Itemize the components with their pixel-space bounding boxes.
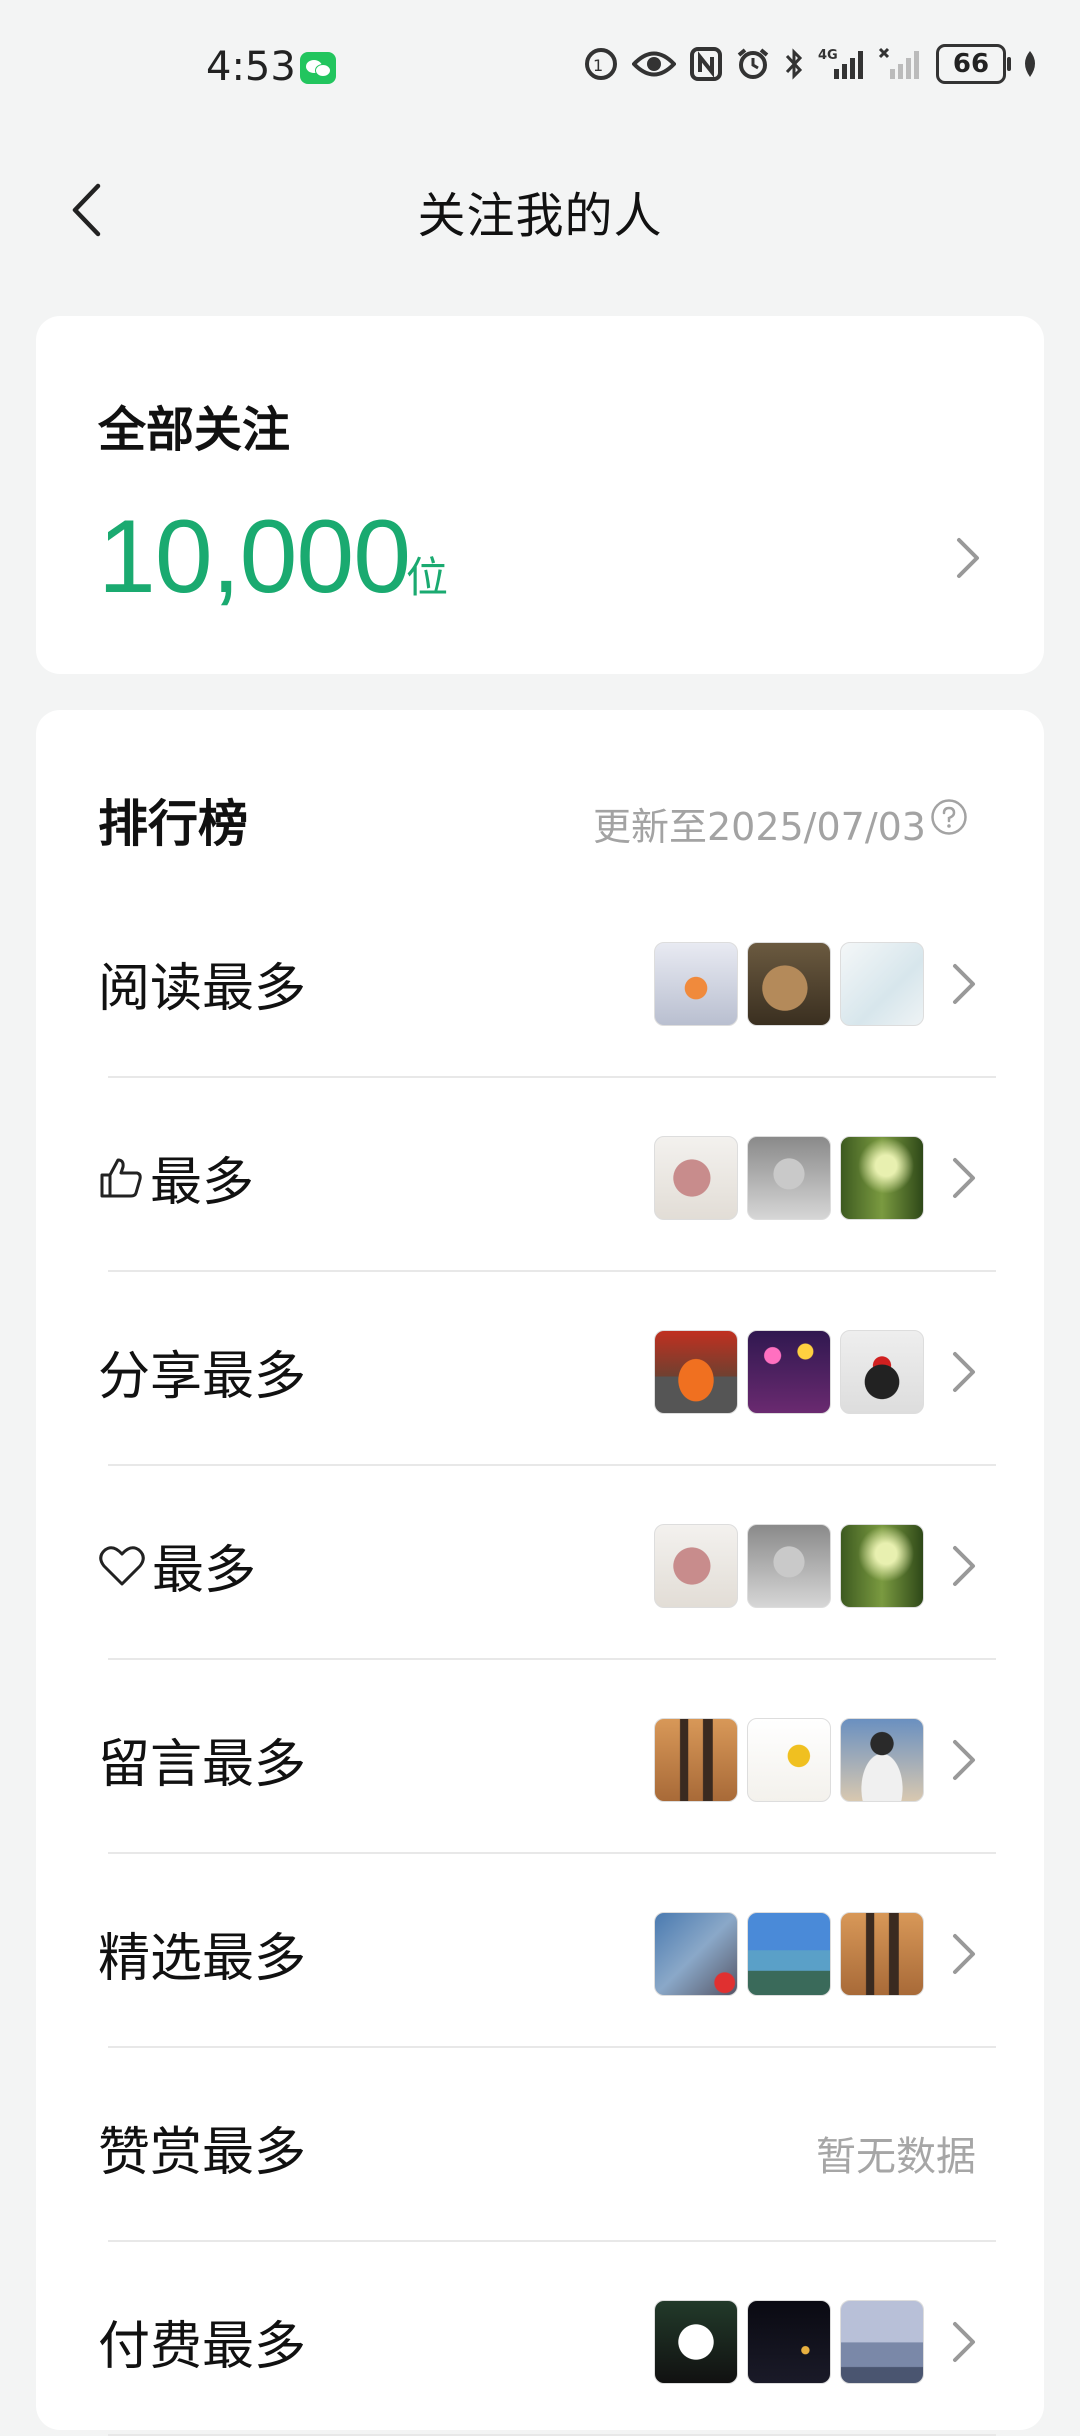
ranking-row-avatars	[654, 1330, 924, 1414]
seaside-bay-thumb	[747, 1912, 831, 1996]
ranking-card: 排行榜 更新至2025/07/03 阅读最多 最多 分享最多 最多 留言最多 精选最多 赞赏…	[36, 710, 1044, 2436]
svg-text:1: 1	[593, 56, 603, 75]
ranking-row[interactable]: 精选最多	[36, 1854, 1044, 2048]
brain-diagram-thumb	[654, 1524, 738, 1608]
ranking-row-text: 阅读最多	[98, 959, 307, 1019]
bamboo-forest-thumb	[840, 1524, 924, 1608]
ranking-row-text: 赞赏最多	[98, 2123, 307, 2183]
ranking-row[interactable]: 最多	[36, 1466, 1044, 1660]
ranking-row-text: 留言最多	[98, 1735, 307, 1795]
leaf-icon	[1025, 51, 1035, 77]
bluetooth-icon	[785, 48, 803, 80]
chevron-right-icon	[953, 2322, 975, 2362]
ranking-row-text: 最多	[152, 1541, 257, 1601]
anime-sketch-thumb	[747, 1524, 831, 1608]
ranking-row-avatars	[654, 2300, 924, 2384]
anime-sketch-thumb	[747, 1136, 831, 1220]
ranking-row-label: 分享最多	[98, 1334, 306, 1409]
fireworks-girl-thumb	[747, 1330, 831, 1414]
sketch-figure-thumb	[840, 942, 924, 1026]
ranking-row[interactable]: 付费最多	[36, 2242, 1044, 2436]
ranking-row-empty-text: 暂无数据	[816, 2134, 976, 2180]
goldfish-thumb	[654, 942, 738, 1026]
hd-voice-icon: 1	[585, 48, 617, 80]
alarm-icon	[737, 48, 769, 79]
chevron-right-icon	[953, 1158, 975, 1198]
penguin-power-thumb	[840, 1330, 924, 1414]
ranking-row-label: 精选最多	[98, 1916, 306, 1991]
sunset-sea-thumb	[840, 2300, 924, 2384]
cliff-climber-thumb	[654, 1912, 738, 1996]
ranking-row-label: 最多	[98, 1528, 256, 1603]
total-followers-unit: 位	[406, 553, 449, 602]
bamboo-forest-thumb	[840, 1136, 924, 1220]
brain-diagram-thumb	[654, 1136, 738, 1220]
chevron-right-icon	[953, 1934, 975, 1974]
ranking-row-label: 阅读最多	[98, 946, 306, 1021]
ranking-row-text: 精选最多	[98, 1929, 307, 1989]
ranking-row-text: 付费最多	[98, 2317, 307, 2377]
signal-no-service-icon	[878, 47, 919, 79]
thumbs-up-icon	[100, 1158, 142, 1197]
nfc-icon	[690, 47, 722, 81]
svg-text:4G: 4G	[818, 48, 838, 63]
chevron-right-icon	[957, 538, 979, 578]
ranking-row-text: 最多	[150, 1153, 255, 1213]
ranking-row[interactable]: 阅读最多	[36, 884, 1044, 1078]
battery-icon: 66	[936, 44, 1011, 84]
ranking-row-label: 最多	[98, 1140, 254, 1215]
nav-bar: 关注我的人	[0, 150, 1080, 270]
ranking-row[interactable]: 留言最多	[36, 1660, 1044, 1854]
chevron-right-icon	[953, 1546, 975, 1586]
ranking-row-label: 赞赏最多	[98, 2110, 306, 2185]
wechat-notification-icon	[300, 52, 336, 84]
clock: 4:53	[206, 44, 296, 90]
panda-thumb	[654, 2300, 738, 2384]
total-followers-card[interactable]: 全部关注 10,000 位	[36, 316, 1044, 674]
shadow-family-thumb	[840, 1912, 924, 1996]
night-road-thumb	[747, 2300, 831, 2384]
ranking-row[interactable]: 最多	[36, 1078, 1044, 1272]
page-title: 关注我的人	[417, 188, 663, 244]
sunflower-thumb	[747, 1718, 831, 1802]
shadow-family-thumb	[654, 1718, 738, 1802]
help-icon[interactable]	[930, 798, 968, 836]
ranking-row-label: 留言最多	[98, 1722, 306, 1797]
ranking-title: 排行榜	[98, 795, 248, 853]
heart-icon	[99, 1545, 145, 1585]
ranking-row-label: 付费最多	[98, 2304, 306, 2379]
ranking-row: 赞赏最多 暂无数据	[36, 2048, 1044, 2242]
status-bar: 4:53 1 4G 66	[0, 0, 1080, 140]
cat-thumb	[747, 942, 831, 1026]
chevron-right-icon	[953, 1740, 975, 1780]
chevron-right-icon	[953, 1352, 975, 1392]
ranking-updated-date: 更新至2025/07/03	[592, 805, 926, 849]
signal-4g-icon: 4G	[818, 48, 863, 79]
ranking-row-avatars	[654, 1136, 924, 1220]
ranking-row-text: 分享最多	[98, 1347, 307, 1407]
man-in-cap-thumb	[840, 1718, 924, 1802]
ranking-row-avatars	[654, 1524, 924, 1608]
total-followers-count: 10,000	[98, 499, 411, 615]
ranking-row-avatars	[654, 1912, 924, 1996]
status-icons: 1 4G 66	[584, 44, 1040, 84]
sports-car-thumb	[654, 1330, 738, 1414]
ranking-row-avatars	[654, 942, 924, 1026]
eye-icon	[632, 51, 676, 77]
ranking-row-avatars	[654, 1718, 924, 1802]
ranking-row[interactable]: 分享最多	[36, 1272, 1044, 1466]
chevron-right-icon	[953, 964, 975, 1004]
total-followers-title: 全部关注	[98, 402, 291, 458]
